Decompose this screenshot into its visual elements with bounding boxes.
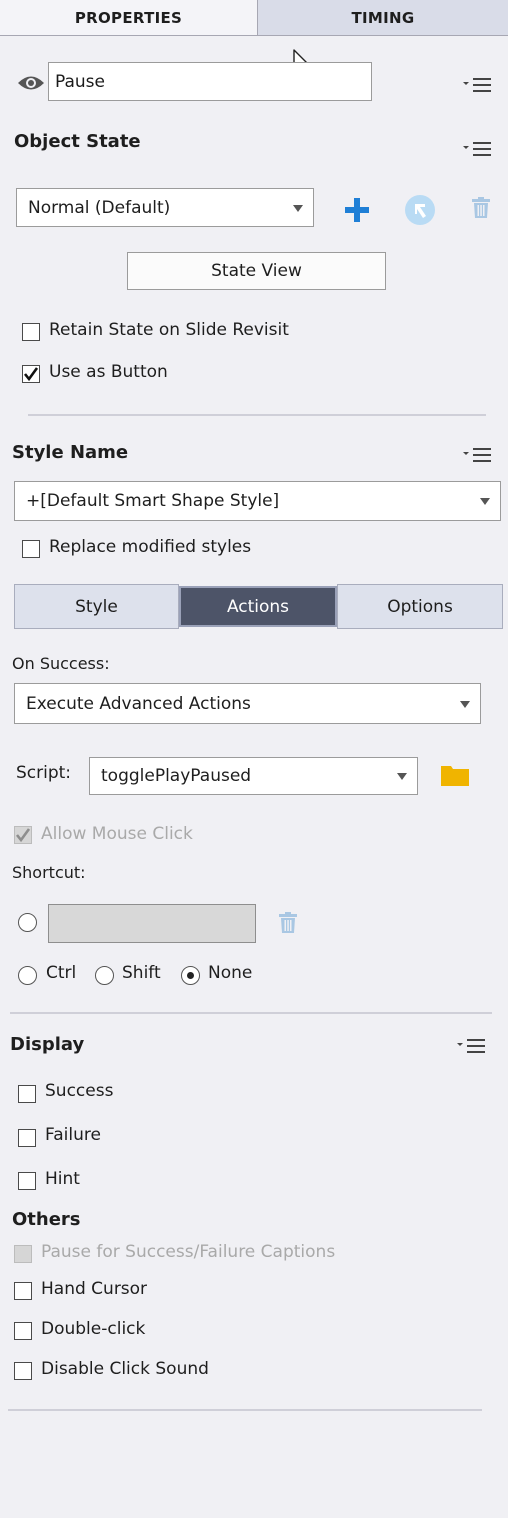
delete-state-icon[interactable] bbox=[471, 197, 491, 219]
script-select-value: togglePlayPaused bbox=[101, 766, 252, 786]
shift-radio[interactable] bbox=[95, 966, 114, 985]
object-state-menu-icon[interactable] bbox=[462, 139, 492, 161]
item-name-input[interactable]: Pause bbox=[48, 62, 372, 101]
use-as-button-label: Use as Button bbox=[49, 362, 168, 382]
ctrl-radio[interactable] bbox=[18, 966, 37, 985]
clear-shortcut-icon[interactable] bbox=[278, 912, 298, 934]
tab-timing[interactable]: TIMING bbox=[258, 0, 508, 36]
divider bbox=[10, 1012, 492, 1014]
state-view-button[interactable]: State View bbox=[127, 252, 386, 290]
none-label: None bbox=[208, 963, 253, 983]
none-radio[interactable] bbox=[181, 966, 200, 985]
display-failure-checkbox[interactable] bbox=[18, 1129, 36, 1147]
hand-cursor-label: Hand Cursor bbox=[41, 1279, 148, 1299]
divider bbox=[8, 1409, 482, 1411]
display-success-label: Success bbox=[45, 1081, 114, 1101]
style-name-select[interactable]: +[Default Smart Shape Style] bbox=[14, 481, 501, 521]
shortcut-input[interactable] bbox=[48, 904, 256, 943]
display-hint-checkbox[interactable] bbox=[18, 1172, 36, 1190]
use-as-button-checkbox[interactable] bbox=[22, 365, 40, 383]
object-state-select-value: Normal (Default) bbox=[28, 197, 171, 218]
tab-timing-label: TIMING bbox=[351, 8, 415, 27]
replace-styles-label: Replace modified styles bbox=[49, 537, 252, 557]
checkmark-icon bbox=[23, 367, 39, 382]
script-label: Script: bbox=[16, 763, 72, 783]
folder-icon[interactable] bbox=[440, 763, 470, 787]
others-heading: Others bbox=[12, 1209, 81, 1230]
chevron-down-icon bbox=[480, 498, 490, 505]
tab-actions[interactable]: Actions bbox=[179, 586, 337, 627]
display-heading: Display bbox=[10, 1034, 85, 1055]
replace-styles-checkbox[interactable] bbox=[22, 540, 40, 558]
tab-options-label: Options bbox=[387, 596, 453, 617]
tab-options[interactable]: Options bbox=[337, 584, 503, 629]
item-name-value: Pause bbox=[55, 71, 105, 92]
on-success-select[interactable]: Execute Advanced Actions bbox=[14, 683, 481, 724]
chevron-down-icon bbox=[397, 773, 407, 780]
double-click-checkbox[interactable] bbox=[14, 1322, 32, 1340]
divider bbox=[28, 414, 486, 416]
eye-icon[interactable] bbox=[17, 74, 45, 92]
allow-mouse-click-label: Allow Mouse Click bbox=[41, 824, 193, 844]
display-hint-label: Hint bbox=[45, 1169, 80, 1189]
reset-state-icon[interactable] bbox=[404, 194, 436, 226]
shortcut-label: Shortcut: bbox=[12, 863, 86, 882]
tab-properties[interactable]: PROPERTIES bbox=[0, 0, 258, 36]
disable-click-sound-label: Disable Click Sound bbox=[41, 1359, 209, 1379]
display-success-checkbox[interactable] bbox=[18, 1085, 36, 1103]
object-state-select[interactable]: Normal (Default) bbox=[16, 188, 314, 227]
add-state-icon[interactable] bbox=[344, 197, 370, 223]
on-success-select-value: Execute Advanced Actions bbox=[26, 693, 251, 714]
chevron-down-icon bbox=[460, 700, 470, 708]
style-name-heading: Style Name bbox=[12, 442, 129, 463]
retain-state-checkbox[interactable] bbox=[22, 323, 40, 341]
script-select[interactable]: togglePlayPaused bbox=[89, 757, 418, 795]
radio-selected-dot bbox=[187, 972, 194, 979]
object-state-heading: Object State bbox=[14, 131, 141, 152]
display-failure-label: Failure bbox=[45, 1125, 101, 1145]
style-name-select-value: +[Default Smart Shape Style] bbox=[26, 491, 280, 511]
on-success-label: On Success: bbox=[12, 654, 110, 673]
pause-captions-label: Pause for Success/Failure Captions bbox=[41, 1242, 336, 1262]
pause-captions-checkbox bbox=[14, 1245, 32, 1263]
panel-menu-icon[interactable] bbox=[462, 75, 492, 97]
double-click-label: Double-click bbox=[41, 1319, 146, 1339]
shift-label: Shift bbox=[122, 963, 161, 983]
tab-style-label: Style bbox=[75, 596, 118, 617]
shortcut-radio[interactable] bbox=[18, 913, 37, 932]
hand-cursor-checkbox[interactable] bbox=[14, 1282, 32, 1300]
checkmark-icon bbox=[15, 828, 31, 843]
ctrl-label: Ctrl bbox=[46, 963, 77, 983]
retain-state-label: Retain State on Slide Revisit bbox=[49, 320, 289, 340]
style-name-menu-icon[interactable] bbox=[462, 445, 492, 467]
tab-style[interactable]: Style bbox=[14, 584, 179, 629]
tab-properties-label: PROPERTIES bbox=[74, 8, 183, 27]
chevron-down-icon bbox=[293, 204, 303, 212]
state-view-button-label: State View bbox=[211, 261, 302, 281]
allow-mouse-click-checkbox bbox=[14, 826, 32, 844]
tab-actions-label: Actions bbox=[226, 596, 290, 617]
display-menu-icon[interactable] bbox=[456, 1036, 486, 1058]
disable-click-sound-checkbox[interactable] bbox=[14, 1362, 32, 1380]
